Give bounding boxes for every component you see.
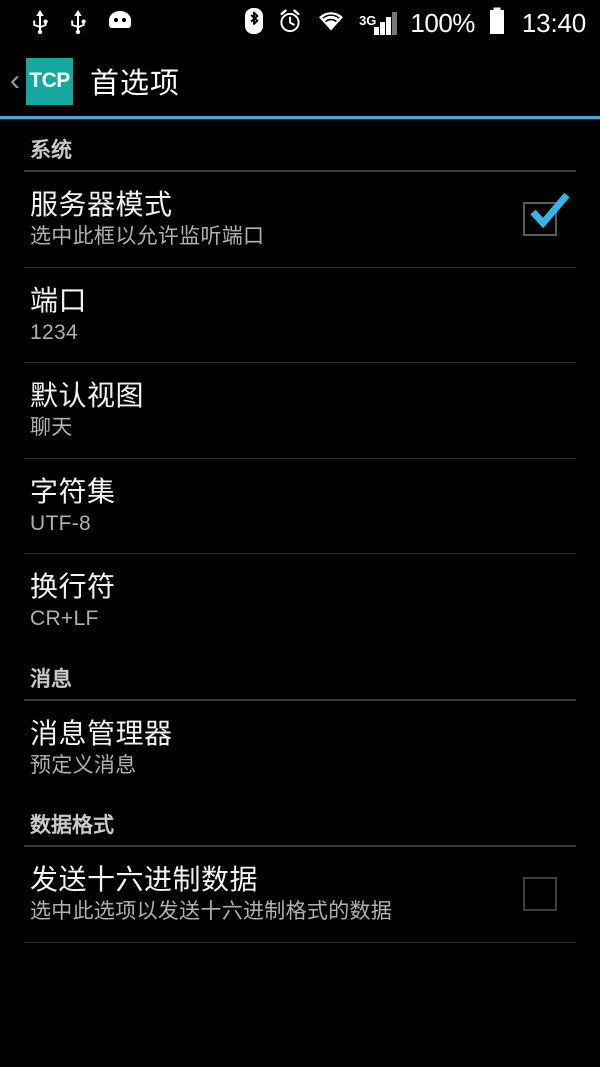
bluetooth-icon [244, 7, 264, 40]
clock-label: 13:40 [521, 8, 586, 38]
pref-text: 默认视图 聊天 [30, 380, 570, 441]
status-bar-left-icons [30, 8, 134, 39]
preference-list: 系统 服务器模式 选中此框以允许监听端口 端口 1234 默认视图 聊天 字符集… [0, 120, 600, 943]
action-bar: ‹ TCP 首选项 [0, 46, 600, 116]
pref-summary: 聊天 [30, 416, 73, 440]
pref-title: 服务器模式 [30, 189, 173, 220]
back-chevron-icon[interactable]: ‹ [4, 59, 26, 103]
section-header-messages: 消息 [0, 649, 600, 699]
signal-icon: 3G [359, 11, 398, 35]
pref-text: 消息管理器 预定义消息 [30, 718, 570, 779]
checkmark-icon [530, 192, 570, 229]
network-type-label: 3G [359, 13, 377, 28]
status-bar-right-icons: 3G 100% 13:40 [244, 7, 586, 40]
usb-icon [68, 8, 88, 39]
pref-summary: 选中此选项以发送十六进制格式的数据 [30, 900, 393, 924]
pref-text: 端口 1234 [30, 285, 570, 346]
wifi-icon [316, 9, 346, 38]
app-icon-badge[interactable]: TCP [26, 57, 73, 105]
pref-summary: CR+LF [30, 607, 99, 631]
pref-text: 发送十六进制数据 选中此选项以发送十六进制格式的数据 [30, 864, 510, 925]
pref-summary: 预定义消息 [30, 753, 137, 777]
pref-row-server-mode[interactable]: 服务器模式 选中此框以允许监听端口 [0, 172, 600, 267]
pref-row-charset[interactable]: 字符集 UTF-8 [0, 459, 600, 554]
pref-text: 字符集 UTF-8 [30, 476, 570, 537]
pref-row-port[interactable]: 端口 1234 [0, 268, 600, 363]
android-preferences-screen: 3G 100% 13:40 ‹ TCP 首选项 系统 服务器模式 选中此框以允许… [0, 0, 600, 1067]
pref-text: 服务器模式 选中此框以允许监听端口 [30, 189, 510, 250]
app-icon-label: TCP [29, 69, 70, 92]
pref-summary: UTF-8 [30, 511, 91, 535]
alarm-icon [277, 8, 303, 39]
section-header-label: 数据格式 [30, 814, 114, 837]
pref-title: 端口 [30, 284, 88, 316]
pref-row-send-hex-data[interactable]: 发送十六进制数据 选中此选项以发送十六进制格式的数据 [0, 847, 600, 942]
pref-title: 换行符 [30, 571, 116, 602]
section-header-data-format: 数据格式 [0, 795, 600, 845]
android-debug-icon [106, 10, 134, 37]
pref-row-line-break[interactable]: 换行符 CR+LF [0, 554, 600, 649]
battery-icon [488, 7, 506, 40]
status-bar: 3G 100% 13:40 [0, 0, 600, 46]
pref-row-message-manager[interactable]: 消息管理器 预定义消息 [0, 701, 600, 796]
checkbox-server-mode[interactable] [523, 192, 570, 237]
row-divider [24, 941, 576, 943]
battery-percent-label: 100% [410, 8, 475, 38]
pref-title: 发送十六进制数据 [30, 864, 259, 895]
section-header-label: 消息 [30, 667, 72, 691]
pref-row-default-view[interactable]: 默认视图 聊天 [0, 363, 600, 458]
pref-summary: 选中此框以允许监听端口 [30, 225, 265, 249]
pref-text: 换行符 CR+LF [30, 571, 570, 632]
section-header-system: 系统 [0, 120, 600, 170]
checkbox-send-hex-data[interactable] [523, 877, 557, 912]
pref-title: 默认视图 [30, 380, 145, 411]
usb-icon [30, 8, 50, 39]
pref-title: 字符集 [30, 475, 116, 507]
pref-widget [510, 877, 570, 912]
pref-widget [510, 192, 570, 237]
section-header-label: 系统 [30, 139, 72, 162]
pref-summary: 1234 [30, 320, 78, 344]
pref-title: 消息管理器 [30, 717, 173, 749]
page-title: 首选项 [90, 68, 181, 100]
